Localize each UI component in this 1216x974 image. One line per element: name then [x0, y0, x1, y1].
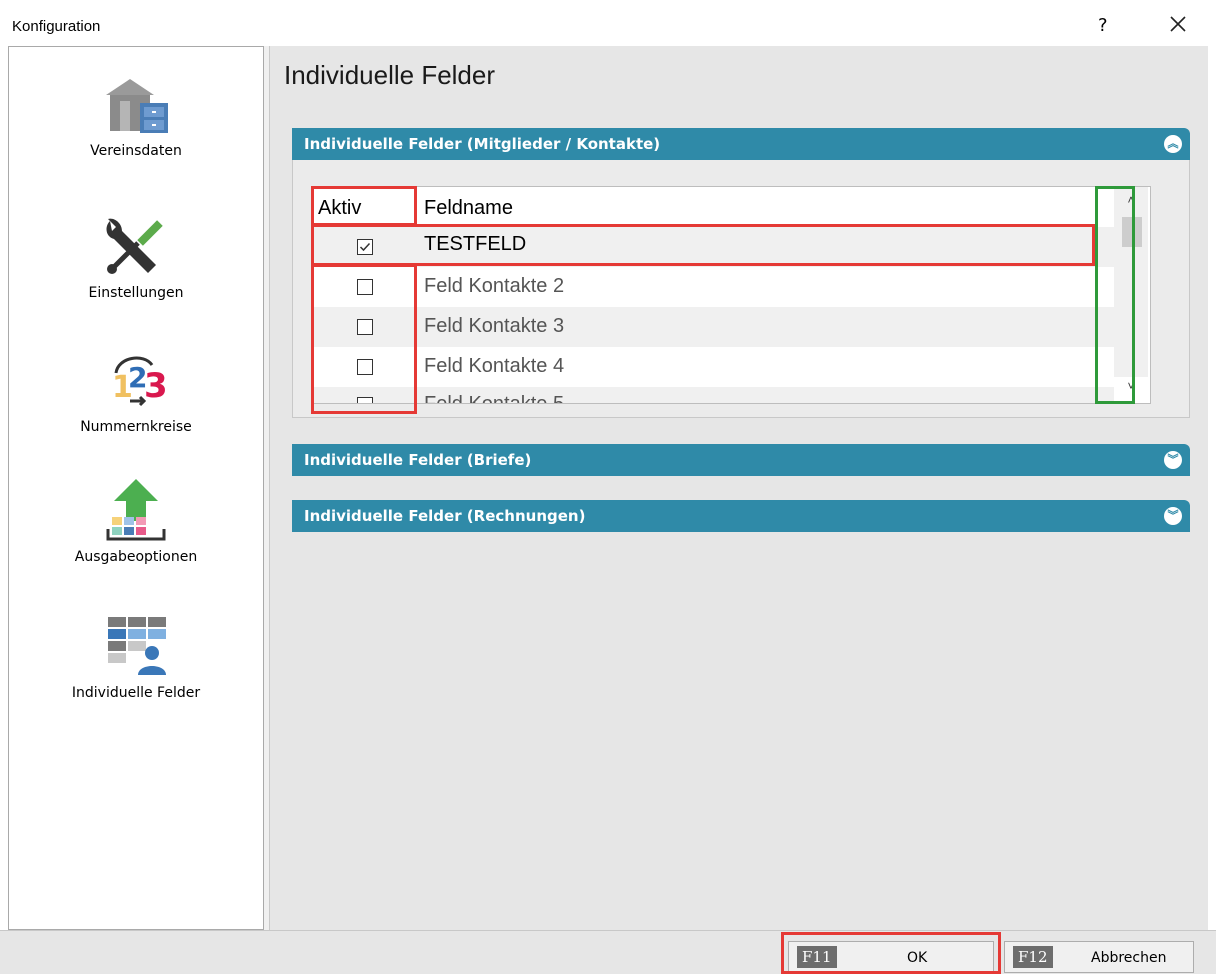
footer-bar: F11 OK F12 Abbrechen: [0, 930, 1216, 974]
table-row[interactable]: Feld Kontakte 2: [314, 267, 1114, 307]
active-checkbox[interactable]: [357, 239, 373, 255]
collapse-icon[interactable]: ︽: [1164, 135, 1182, 153]
help-button[interactable]: ?: [1098, 15, 1108, 36]
active-checkbox[interactable]: [357, 279, 373, 295]
table-row[interactable]: TESTFELD: [314, 227, 1114, 267]
expand-icon[interactable]: ︾: [1164, 507, 1182, 525]
sidebar-item-label: Individuelle Felder: [71, 685, 201, 701]
panel-header-kontakte[interactable]: Individuelle Felder (Mitglieder / Kontak…: [292, 128, 1190, 160]
scroll-thumb[interactable]: [1122, 217, 1142, 247]
column-header-feldname[interactable]: Feldname: [424, 197, 513, 220]
panel-title: Individuelle Felder (Rechnungen): [304, 507, 586, 525]
shortcut-key-badge: F11: [797, 946, 837, 968]
grid-header: Aktiv Feldname: [314, 187, 1114, 227]
panel-title: Individuelle Felder (Mitglieder / Kontak…: [304, 135, 661, 153]
grid-person-icon: [108, 617, 166, 675]
scroll-up-icon[interactable]: ˄: [1124, 193, 1138, 207]
active-checkbox[interactable]: [357, 359, 373, 375]
close-icon[interactable]: [1166, 12, 1190, 36]
ok-button-label: OK: [907, 950, 928, 966]
page-title: Individuelle Felder: [284, 60, 496, 90]
building-cabinet-icon: [106, 79, 168, 133]
field-name: Feld Kontakte 4: [424, 355, 565, 377]
sidebar-item-einstellungen[interactable]: Einstellungen: [9, 213, 263, 301]
expand-icon[interactable]: ︾: [1164, 451, 1182, 469]
title-bar: Konfiguration ?: [0, 0, 1216, 46]
sidebar-item-label: Ausgabeoptionen: [74, 549, 198, 565]
sidebar-item-label: Nummernkreise: [80, 419, 192, 435]
panel-header-briefe[interactable]: Individuelle Felder (Briefe) ︾: [292, 444, 1190, 476]
panel-body-kontakte: Aktiv Feldname TESTFELD Feld Kontakte 2 …: [292, 160, 1190, 418]
cancel-button-label: Abbrechen: [1091, 950, 1167, 966]
panel-header-rechnungen[interactable]: Individuelle Felder (Rechnungen) ︾: [292, 500, 1190, 532]
field-name: Feld Kontakte 5: [424, 393, 565, 404]
table-row[interactable]: Feld Kontakte 4: [314, 347, 1114, 387]
field-name: Feld Kontakte 3: [424, 315, 565, 337]
window-title: Konfiguration: [12, 18, 101, 35]
wrench-screwdriver-icon: [106, 218, 163, 274]
active-checkbox[interactable]: [357, 319, 373, 335]
field-name: TESTFELD: [424, 233, 527, 255]
sidebar-item-ausgabeoptionen[interactable]: Ausgabeoptionen: [9, 477, 263, 565]
sidebar-item-label: Vereinsdaten: [90, 143, 182, 159]
sidebar-item-individuelle-felder[interactable]: Individuelle Felder: [9, 613, 263, 701]
column-header-aktiv[interactable]: Aktiv: [318, 197, 361, 220]
sidebar-item-vereinsdaten[interactable]: Vereinsdaten: [9, 75, 263, 159]
shortcut-key-badge: F12: [1013, 946, 1053, 968]
number-sequence-icon: 1 2 3: [112, 356, 168, 407]
cancel-button[interactable]: F12 Abbrechen: [1004, 941, 1194, 973]
panel-title: Individuelle Felder (Briefe): [304, 451, 532, 469]
field-name: Feld Kontakte 2: [424, 275, 565, 297]
ok-button[interactable]: F11 OK: [788, 941, 994, 973]
sidebar: Vereinsdaten Einstellungen 1 2 3 Nummern…: [8, 46, 264, 930]
scroll-down-icon[interactable]: ˅: [1124, 379, 1138, 393]
checkmark-icon: [359, 242, 371, 252]
svg-text:3: 3: [144, 366, 168, 406]
table-row[interactable]: Feld Kontakte 3: [314, 307, 1114, 347]
sidebar-item-nummernkreise[interactable]: 1 2 3 Nummernkreise: [9, 347, 263, 435]
sidebar-item-label: Einstellungen: [88, 285, 184, 301]
output-upload-icon: [106, 479, 166, 541]
table-row[interactable]: Feld Kontakte 5: [314, 387, 1114, 404]
active-checkbox[interactable]: [357, 397, 373, 403]
main-content: Individuelle Felder Individuelle Felder …: [270, 46, 1208, 930]
grid-scrollbar[interactable]: ˄ ˅: [1114, 187, 1148, 393]
fields-grid: Aktiv Feldname TESTFELD Feld Kontakte 2 …: [313, 186, 1151, 404]
